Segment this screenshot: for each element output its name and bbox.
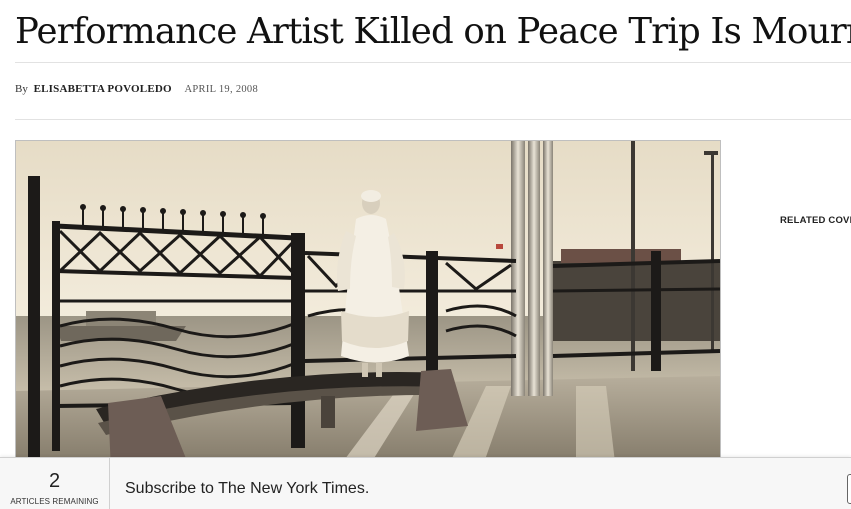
publish-date: APRIL 19, 2008 (184, 84, 259, 95)
article-page: Performance Artist Killed on Peace Trip … (0, 0, 851, 509)
subscribe-link[interactable]: Subscribe to The New York Times. (125, 480, 369, 498)
subscribe-button[interactable] (847, 474, 851, 504)
byline-prefix: By (15, 83, 28, 95)
subscription-meter-bar: 2 ARTICLES REMAINING Subscribe to The Ne… (0, 457, 851, 509)
photo-illustration (16, 141, 720, 471)
author-link[interactable]: ELISABETTA POVOLEDO (34, 83, 172, 95)
byline-divider (15, 119, 851, 120)
articles-remaining-counter: 2 ARTICLES REMAINING (0, 458, 110, 509)
articles-remaining-label: ARTICLES REMAINING (10, 497, 99, 506)
article-headline: Performance Artist Killed on Peace Trip … (15, 11, 851, 52)
article-photo (15, 140, 721, 472)
related-coverage-heading: RELATED COVI (780, 215, 851, 226)
articles-remaining-count: 2 (48, 470, 61, 492)
byline: By ELISABETTA POVOLEDO APRIL 19, 2008 (15, 83, 258, 95)
header-divider (15, 62, 851, 63)
